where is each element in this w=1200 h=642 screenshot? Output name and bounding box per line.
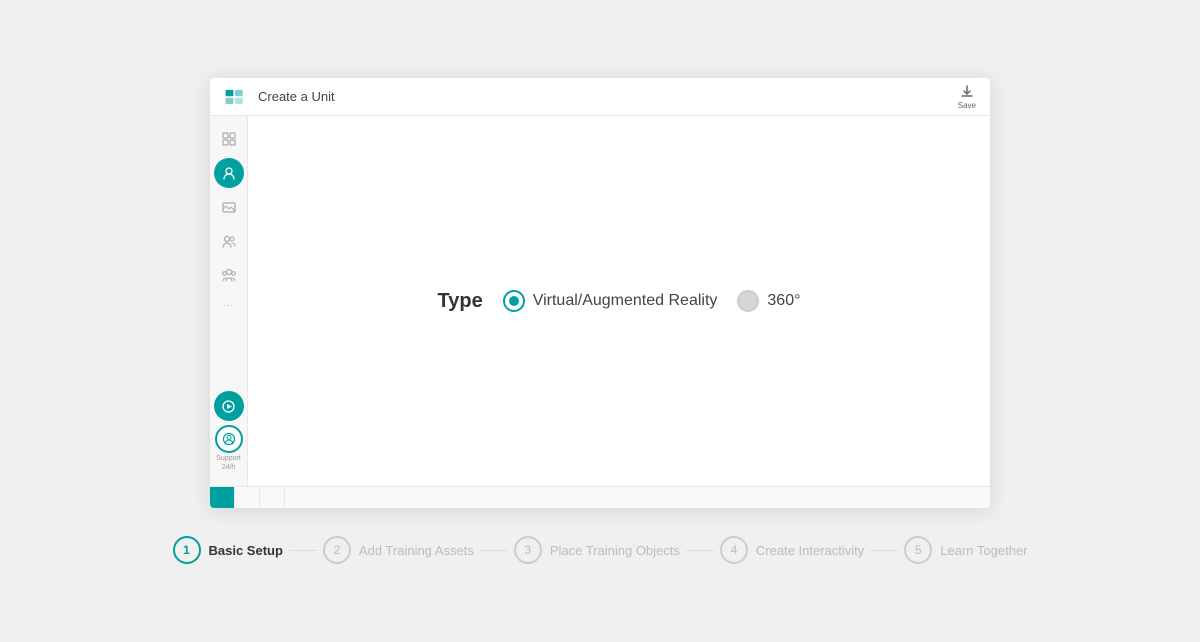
type-selector: Type Virtual/Augmented Reality 360° [438, 290, 801, 313]
logo [224, 88, 246, 106]
sidebar-dots: ... [223, 298, 234, 309]
step-1: 1 Basic Setup [173, 536, 283, 564]
option-vr-label: Virtual/Augmented Reality [533, 292, 718, 310]
header: Create a Unit Save [210, 78, 990, 116]
step-3-label: Place Training Objects [550, 543, 680, 558]
step-1-circle[interactable]: 1 [173, 536, 201, 564]
option-vr[interactable]: Virtual/Augmented Reality [503, 290, 718, 312]
bottom-tab-3[interactable] [260, 487, 285, 508]
step-sep-2 [480, 550, 508, 551]
step-3-circle[interactable]: 3 [514, 536, 542, 564]
save-label: Save [958, 101, 976, 110]
sidebar-item-team[interactable] [214, 226, 244, 256]
step-2-label: Add Training Assets [359, 543, 474, 558]
sidebar-item-support[interactable]: Support24/h [215, 425, 243, 472]
sidebar-item-play[interactable] [214, 391, 244, 421]
step-4-label: Create Interactivity [756, 543, 864, 558]
page-title: Create a Unit [258, 89, 335, 104]
sidebar: ... Sup [210, 116, 248, 486]
bottom-bar [210, 486, 990, 508]
step-3: 3 Place Training Objects [514, 536, 680, 564]
step-4-circle[interactable]: 4 [720, 536, 748, 564]
type-label: Type [438, 290, 483, 313]
sidebar-bottom: Support24/h [214, 391, 244, 478]
step-sep-4 [870, 550, 898, 551]
step-5-circle[interactable]: 5 [904, 536, 932, 564]
support-label: Support24/h [216, 455, 241, 472]
step-4: 4 Create Interactivity [720, 536, 864, 564]
step-2-circle[interactable]: 2 [323, 536, 351, 564]
main-layout: ... Sup [210, 116, 990, 486]
content-area: Type Virtual/Augmented Reality 360° [248, 116, 990, 486]
header-left: Create a Unit [224, 88, 335, 106]
bottom-tab-2[interactable] [235, 487, 260, 508]
step-sep-1 [289, 550, 317, 551]
radio-vr[interactable] [503, 290, 525, 312]
step-2: 2 Add Training Assets [323, 536, 474, 564]
save-button[interactable]: Save [958, 84, 976, 110]
option-360[interactable]: 360° [737, 290, 800, 312]
support-icon [215, 425, 243, 453]
step-5-label: Learn Together [940, 543, 1027, 558]
radio-360[interactable] [737, 290, 759, 312]
app-window: Create a Unit Save [210, 78, 990, 508]
bottom-tab-1[interactable] [210, 487, 235, 508]
step-5: 5 Learn Together [904, 536, 1027, 564]
option-360-label: 360° [767, 292, 800, 310]
sidebar-item-dashboard[interactable] [214, 124, 244, 154]
step-sep-3 [686, 550, 714, 551]
wizard-steps: 1 Basic Setup 2 Add Training Assets 3 Pl… [173, 536, 1028, 564]
sidebar-item-group[interactable] [214, 260, 244, 290]
step-1-label: Basic Setup [209, 543, 283, 558]
sidebar-item-users[interactable] [214, 158, 244, 188]
sidebar-item-gallery[interactable] [214, 192, 244, 222]
